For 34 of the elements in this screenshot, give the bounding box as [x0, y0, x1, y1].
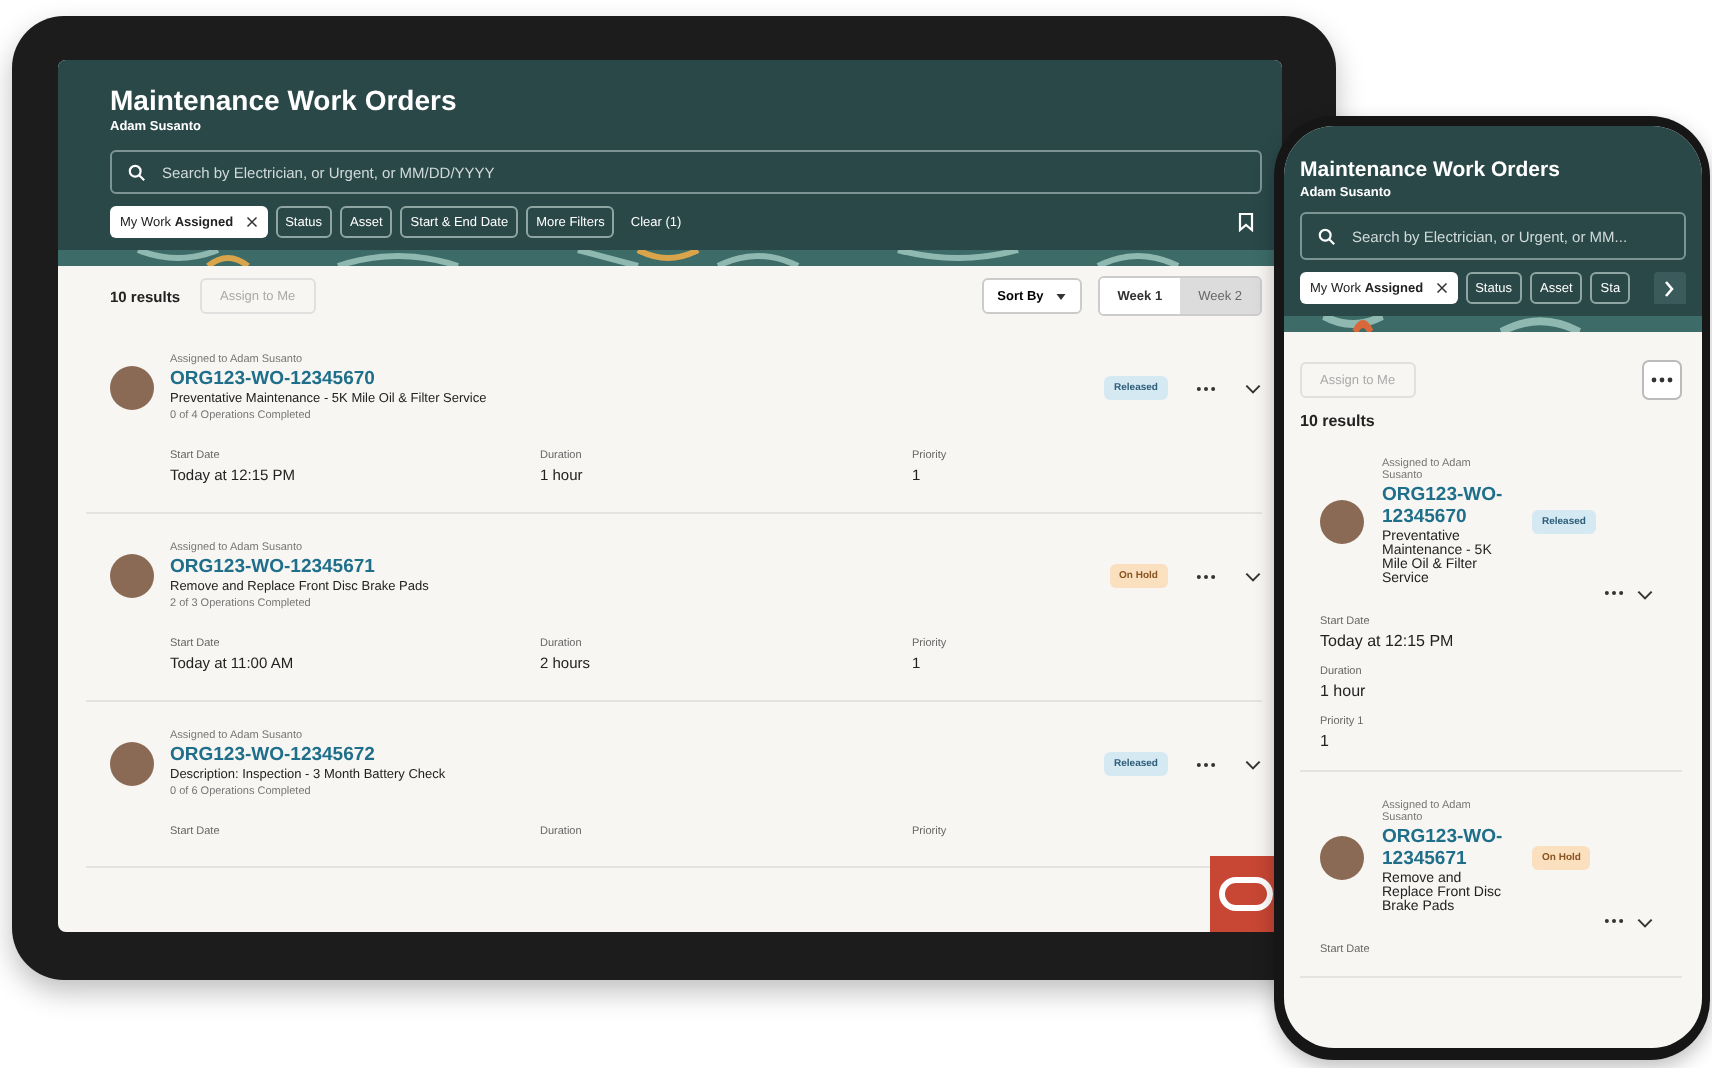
work-order-link[interactable]: ORG123-WO-12345670	[170, 368, 1089, 390]
page-title: Maintenance Work Orders	[1300, 158, 1562, 182]
avatar	[1320, 500, 1364, 544]
work-order-link[interactable]: ORG123-WO-12345672	[170, 744, 1089, 766]
avatar	[1320, 835, 1364, 879]
caret-icon	[1055, 293, 1066, 299]
more-icon[interactable]	[1196, 761, 1216, 767]
avatar	[110, 366, 154, 410]
search-icon	[128, 163, 146, 181]
chevron-down-icon[interactable]	[1244, 571, 1262, 581]
work-order-link[interactable]: ORG123-WO-12345671	[170, 556, 1094, 578]
avatar	[110, 742, 154, 786]
results-count: 10 results	[1300, 412, 1377, 430]
more-icon[interactable]	[1604, 918, 1624, 924]
close-icon[interactable]	[245, 216, 258, 228]
chevron-down-icon[interactable]	[1244, 383, 1262, 393]
field-value: 1	[1320, 732, 1331, 750]
field-value: 1 hour	[1320, 682, 1368, 700]
close-icon[interactable]	[1435, 282, 1448, 294]
more-icon[interactable]	[1196, 573, 1216, 579]
search-icon	[1318, 227, 1336, 245]
chevron-down-icon[interactable]	[1636, 590, 1654, 600]
chevron-right-icon[interactable]	[1654, 272, 1686, 304]
bookmark-icon[interactable]	[1238, 212, 1254, 232]
avatar	[110, 554, 154, 598]
more-icon[interactable]	[1604, 590, 1624, 596]
more-icon[interactable]	[1196, 385, 1216, 391]
work-order-link[interactable]: ORG123-WO-12345670	[1382, 484, 1514, 528]
chevron-down-icon[interactable]	[1244, 759, 1262, 769]
more-icon[interactable]	[1642, 360, 1682, 400]
field-value: Today at 12:15 PM	[1320, 632, 1456, 650]
page-title: Maintenance Work Orders	[110, 84, 459, 116]
work-order-link[interactable]: ORG123-WO-12345671	[1382, 826, 1514, 870]
chevron-down-icon[interactable]	[1636, 918, 1654, 928]
